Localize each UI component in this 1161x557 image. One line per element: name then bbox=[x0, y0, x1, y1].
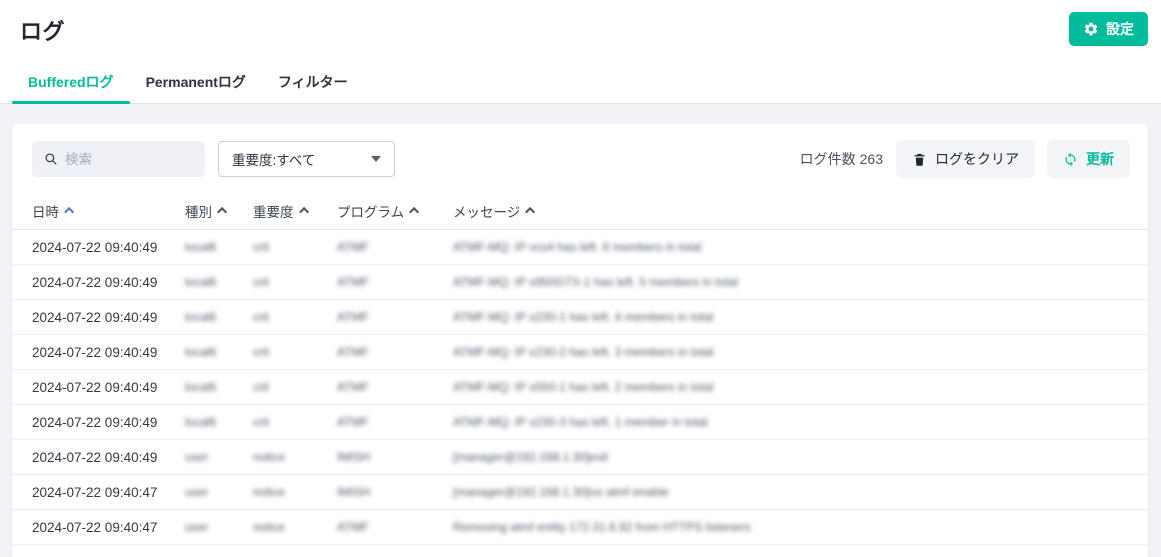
toolbar: 重要度:すべて ログ件数263 ログをクリア 更新 bbox=[12, 124, 1148, 178]
table-row[interactable]: 2024-07-22 09:40:49 local6 crit ATMF ATM… bbox=[12, 405, 1148, 440]
log-severity: crit bbox=[253, 310, 337, 324]
log-datetime: 2024-07-22 09:40:49 bbox=[32, 240, 185, 255]
refresh-button[interactable]: 更新 bbox=[1047, 140, 1130, 178]
log-severity: notice bbox=[253, 520, 337, 534]
table-row[interactable]: 2024-07-22 09:40:49 user notice IMISH [m… bbox=[12, 440, 1148, 475]
log-program: ATMF bbox=[337, 345, 453, 359]
column-header-facility[interactable]: 種別 bbox=[185, 201, 253, 221]
log-message: ATMF-MQ: IP x230-3 has left. 1 member in… bbox=[453, 415, 1148, 429]
sort-asc-icon bbox=[64, 207, 74, 217]
column-header-datetime[interactable]: 日時 bbox=[32, 201, 185, 221]
settings-button[interactable]: 設定 bbox=[1069, 12, 1148, 46]
log-datetime: 2024-07-22 09:40:49 bbox=[32, 450, 185, 465]
log-message: Removing atmf entity 172.31.6.92 from HT… bbox=[453, 520, 1148, 534]
table-row[interactable]: 2024-07-22 09:40:47 user notice ATMF Rem… bbox=[12, 510, 1148, 545]
log-facility: local6 bbox=[185, 415, 253, 429]
log-message: ATMF-MQ: IP x950GTX-1 has left. 5 member… bbox=[453, 275, 1148, 289]
log-facility: user bbox=[185, 520, 253, 534]
log-message: ATMF-MQ: IP x230-2 has left. 3 members i… bbox=[453, 345, 1148, 359]
tab-permanent-log[interactable]: Permanentログ bbox=[130, 60, 262, 103]
log-severity: crit bbox=[253, 275, 337, 289]
log-program: IMISH bbox=[337, 485, 453, 499]
log-datetime: 2024-07-22 09:40:47 bbox=[32, 520, 185, 535]
sort-asc-icon bbox=[299, 207, 309, 217]
log-count: ログ件数263 bbox=[800, 149, 883, 169]
log-severity: crit bbox=[253, 240, 337, 254]
sort-asc-icon bbox=[525, 207, 535, 217]
log-card: 重要度:すべて ログ件数263 ログをクリア 更新 日時 種別 重要度 プログラ… bbox=[12, 124, 1148, 557]
search-icon bbox=[44, 152, 58, 166]
log-datetime: 2024-07-22 09:40:47 bbox=[32, 485, 185, 500]
page-title: ログ bbox=[20, 14, 65, 46]
log-count-value: 263 bbox=[860, 151, 883, 167]
refresh-icon bbox=[1063, 152, 1078, 167]
search-box[interactable] bbox=[32, 141, 205, 177]
content-area: 重要度:すべて ログ件数263 ログをクリア 更新 日時 種別 重要度 プログラ… bbox=[0, 104, 1161, 557]
log-severity: notice bbox=[253, 485, 337, 499]
log-message: ATMF-MQ: IP x230-1 has left. 4 members i… bbox=[453, 310, 1148, 324]
log-message: [manager@192.168.1.30]no atmf enable bbox=[453, 485, 1148, 499]
log-program: IMISH bbox=[337, 450, 453, 464]
sort-asc-icon bbox=[409, 207, 419, 217]
table-row[interactable]: 2024-07-22 09:40:49 local6 crit ATMF ATM… bbox=[12, 230, 1148, 265]
log-facility: user bbox=[185, 485, 253, 499]
sort-asc-icon bbox=[217, 207, 227, 217]
log-program: ATMF bbox=[337, 380, 453, 394]
log-program: ATMF bbox=[337, 240, 453, 254]
log-message: ATMF-MQ: IP x550-1 has left. 2 members i… bbox=[453, 380, 1148, 394]
gear-icon bbox=[1083, 21, 1099, 37]
log-message: [manager@192.168.1.30]exit bbox=[453, 450, 1148, 464]
tab-bar: Bufferedログ Permanentログ フィルター bbox=[0, 60, 1161, 104]
table-body: 2024-07-22 09:40:49 local6 crit ATMF ATM… bbox=[12, 230, 1148, 545]
log-facility: local6 bbox=[185, 345, 253, 359]
settings-button-label: 設定 bbox=[1106, 19, 1134, 39]
chevron-down-icon bbox=[371, 156, 381, 162]
table-row[interactable]: 2024-07-22 09:40:49 local6 crit ATMF ATM… bbox=[12, 265, 1148, 300]
column-header-program[interactable]: プログラム bbox=[337, 201, 453, 221]
table-row[interactable]: 2024-07-22 09:40:49 local6 crit ATMF ATM… bbox=[12, 370, 1148, 405]
refresh-label: 更新 bbox=[1086, 149, 1114, 169]
log-severity: crit bbox=[253, 380, 337, 394]
log-message: ATMF-MQ: IP vcs4 has left. 6 members in … bbox=[453, 240, 1148, 254]
column-header-severity[interactable]: 重要度 bbox=[253, 201, 337, 221]
table-row[interactable]: 2024-07-22 09:40:49 local6 crit ATMF ATM… bbox=[12, 335, 1148, 370]
log-facility: user bbox=[185, 450, 253, 464]
table-row[interactable]: 2024-07-22 09:40:49 local6 crit ATMF ATM… bbox=[12, 300, 1148, 335]
severity-filter-value: 重要度:すべて bbox=[232, 149, 315, 169]
log-datetime: 2024-07-22 09:40:49 bbox=[32, 380, 185, 395]
tab-buffered-log[interactable]: Bufferedログ bbox=[12, 60, 130, 103]
tab-filter[interactable]: フィルター bbox=[262, 60, 364, 103]
page-header: ログ 設定 bbox=[0, 0, 1161, 60]
log-facility: local6 bbox=[185, 380, 253, 394]
table-row[interactable]: 2024-07-22 09:40:47 user notice IMISH [m… bbox=[12, 475, 1148, 510]
table-header-row: 日時 種別 重要度 プログラム メッセージ bbox=[12, 192, 1148, 230]
log-datetime: 2024-07-22 09:40:49 bbox=[32, 310, 185, 325]
log-datetime: 2024-07-22 09:40:49 bbox=[32, 275, 185, 290]
log-program: ATMF bbox=[337, 275, 453, 289]
log-datetime: 2024-07-22 09:40:49 bbox=[32, 415, 185, 430]
log-program: ATMF bbox=[337, 310, 453, 324]
log-program: ATMF bbox=[337, 520, 453, 534]
search-input[interactable] bbox=[65, 152, 185, 167]
log-severity: notice bbox=[253, 450, 337, 464]
log-count-label: ログ件数 bbox=[800, 151, 856, 167]
clear-logs-button[interactable]: ログをクリア bbox=[896, 140, 1035, 178]
column-header-message[interactable]: メッセージ bbox=[453, 201, 1148, 221]
log-facility: local6 bbox=[185, 275, 253, 289]
log-facility: local6 bbox=[185, 310, 253, 324]
log-program: ATMF bbox=[337, 415, 453, 429]
log-table: 日時 種別 重要度 プログラム メッセージ 2024-07-22 09:40:4… bbox=[12, 192, 1148, 545]
log-severity: crit bbox=[253, 345, 337, 359]
severity-filter-select[interactable]: 重要度:すべて bbox=[218, 141, 395, 177]
log-datetime: 2024-07-22 09:40:49 bbox=[32, 345, 185, 360]
log-severity: crit bbox=[253, 415, 337, 429]
clear-logs-label: ログをクリア bbox=[935, 149, 1019, 169]
log-facility: local6 bbox=[185, 240, 253, 254]
trash-icon bbox=[912, 152, 927, 167]
